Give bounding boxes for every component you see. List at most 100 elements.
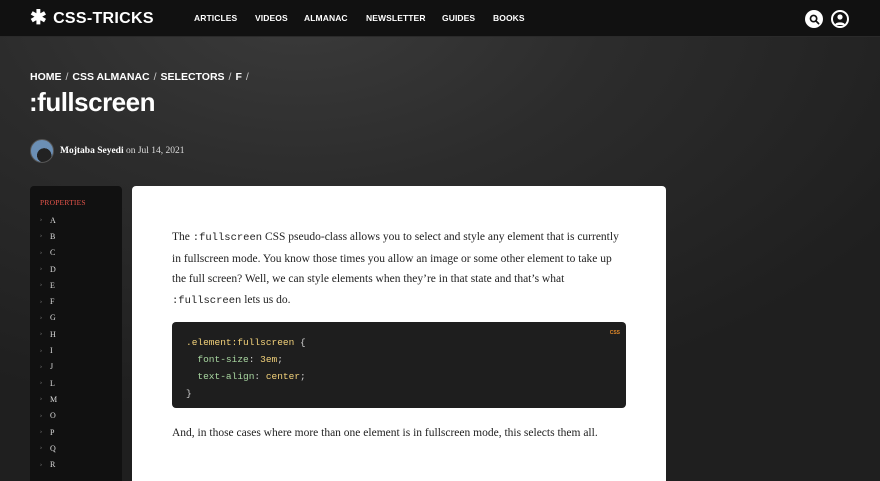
code-brace-open: { (294, 337, 306, 348)
code-line: font-size: 3em; (186, 351, 612, 368)
breadcrumb-separator: / (65, 71, 69, 83)
sidebar-item-o[interactable]: › O (40, 408, 112, 424)
article-card: The :fullscreen CSS pseudo-class allows … (132, 186, 666, 481)
chevron-right-icon: › (40, 363, 42, 370)
code-value: 3em (260, 354, 278, 365)
sidebar-item-label: A (50, 215, 56, 225)
sidebar-item-label: C (50, 248, 56, 258)
chevron-right-icon: › (40, 249, 42, 256)
chevron-right-icon: › (40, 233, 42, 240)
sidebar-item-a[interactable]: › A (40, 212, 112, 228)
sidebar-heading[interactable]: PROPERTIES (40, 198, 112, 207)
text-segment: lets us do. (241, 293, 291, 306)
nav-newsletter[interactable]: NEWSLETTER (366, 13, 426, 23)
sidebar-item-f[interactable]: › F (40, 293, 112, 309)
sidebar-item-r[interactable]: › R (40, 456, 112, 472)
chevron-right-icon: › (40, 331, 42, 338)
sidebar-item-e[interactable]: › E (40, 277, 112, 293)
sidebar-item-p[interactable]: › P (40, 424, 112, 440)
nav-videos[interactable]: VIDEOS (255, 13, 288, 23)
chevron-right-icon: › (40, 396, 42, 403)
publish-date: Jul 14, 2021 (137, 146, 185, 156)
code-line: } (186, 385, 612, 402)
sidebar-item-q[interactable]: › Q (40, 440, 112, 456)
code-semicolon: ; (277, 354, 283, 365)
search-icon (809, 14, 819, 24)
chevron-right-icon: › (40, 298, 42, 305)
chevron-right-icon: › (40, 445, 42, 452)
chevron-right-icon: › (40, 429, 42, 435)
article-paragraph-1: The :fullscreen CSS pseudo-class allows … (172, 227, 627, 311)
code-property: font-size (197, 354, 249, 365)
code-property: text-align (197, 371, 255, 382)
code-value: center (265, 371, 301, 382)
inline-code: :fullscreen (172, 294, 242, 307)
nav-guides[interactable]: GUIDES (442, 13, 475, 23)
sidebar-item-i[interactable]: › I (40, 342, 112, 358)
sidebar-item-l[interactable]: › L (40, 375, 112, 391)
nav-articles[interactable]: ARTICLES (194, 13, 237, 23)
chevron-right-icon: › (40, 461, 42, 468)
search-button[interactable] (805, 10, 823, 28)
breadcrumb: HOME / CSS ALMANAC / SELECTORS / F / (30, 71, 249, 83)
inline-code: :fullscreen (192, 232, 263, 244)
sidebar-item-label: E (50, 280, 55, 290)
sidebar-item-c[interactable]: › C (40, 245, 112, 261)
code-brace-close: } (186, 388, 192, 399)
sidebar-item-b[interactable]: › B (40, 228, 112, 244)
asterisk-logo-icon: ✱ (30, 7, 48, 29)
chevron-right-icon: › (40, 380, 42, 387)
sidebar-item-g[interactable]: › G (40, 310, 112, 326)
breadcrumb-home[interactable]: HOME (30, 71, 62, 83)
text-segment: The (172, 231, 193, 243)
chevron-right-icon: › (40, 266, 42, 273)
chevron-right-icon: › (40, 217, 42, 224)
sidebar-item-label: R (50, 460, 56, 470)
sidebar-item-label: I (50, 346, 53, 356)
code-semicolon: ; (300, 371, 306, 382)
sidebar-item-j[interactable]: › J (40, 359, 112, 375)
code-selector: .element:fullscreen (186, 337, 295, 348)
user-icon (835, 14, 845, 25)
sidebar-item-label: L (50, 378, 55, 388)
sidebar-item-label: J (50, 362, 54, 372)
byline: Mojtaba Seyedi on Jul 14, 2021 (30, 139, 185, 163)
code-line: text-align: center; (186, 368, 612, 385)
nav-books[interactable]: BOOKS (493, 13, 525, 23)
logo-text: CSS-TRICKS (53, 10, 154, 27)
breadcrumb-css-almanac[interactable]: CSS ALMANAC (72, 71, 149, 83)
chevron-right-icon: › (40, 347, 42, 354)
breadcrumb-selectors[interactable]: SELECTORS (161, 71, 225, 83)
article-paragraph-2: And, in those cases where more than one … (172, 427, 598, 439)
sidebar-item-label: G (50, 313, 56, 323)
sidebar-item-label: B (50, 231, 56, 241)
sidebar-item-label: D (50, 264, 56, 274)
chevron-right-icon: › (40, 282, 42, 289)
author-avatar[interactable] (30, 139, 54, 163)
code-colon: : (248, 354, 261, 365)
sidebar-item-m[interactable]: › M (40, 391, 112, 407)
nav-almanac[interactable]: ALMANAC (304, 13, 348, 23)
author-name[interactable]: Mojtaba Seyedi (60, 146, 124, 156)
sidebar-item-label: F (50, 297, 55, 307)
top-navigation-bar: ✱ CSS-TRICKS ARTICLES VIDEOS ALMANAC NEW… (0, 0, 880, 37)
chevron-right-icon: › (40, 412, 42, 419)
sidebar-item-label: Q (50, 443, 56, 453)
site-logo[interactable]: ✱ CSS-TRICKS (30, 7, 154, 29)
code-line: .element:fullscreen { (186, 334, 612, 351)
sidebar-item-label: P (50, 427, 55, 437)
breadcrumb-separator: / (245, 71, 249, 83)
sidebar-item-h[interactable]: › H (40, 326, 112, 342)
sidebar-item-label: M (50, 394, 58, 404)
chevron-right-icon: › (40, 314, 42, 321)
sidebar-item-label: O (50, 411, 56, 421)
breadcrumb-f[interactable]: F (235, 71, 241, 83)
byline-on: on (125, 146, 136, 156)
page-title: :fullscreen (29, 87, 156, 117)
account-button[interactable] (831, 10, 849, 28)
code-colon: : (254, 371, 266, 382)
breadcrumb-separator: / (153, 71, 157, 83)
code-block[interactable]: CSS .element:fullscreen { font-size: 3em… (172, 322, 626, 408)
sidebar-item-d[interactable]: › D (40, 261, 112, 277)
sidebar: PROPERTIES › A › B › C › D › E › F › G › H › I › J › L › M › O › P ›… (30, 186, 122, 481)
